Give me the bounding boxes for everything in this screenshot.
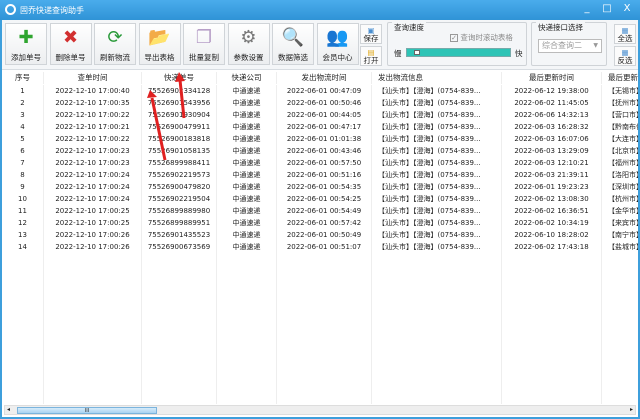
scroll-left-icon[interactable]: ◂: [7, 406, 10, 413]
scroll-right-icon[interactable]: ▸: [630, 406, 633, 413]
red-arrowhead: [175, 72, 185, 82]
annotation-arrows: [147, 72, 186, 161]
red-arrow: [150, 97, 167, 161]
red-arrow: [178, 79, 186, 119]
main-window: ▣ 保存 ▤ 打开 查询速度 ✓ 查询时滚动表格 慢 快 快递接口选择 综合查询二 ▼…: [2, 20, 638, 417]
window-title: 固乔快递查询助手: [20, 6, 84, 15]
app-icon: [5, 4, 16, 15]
minimize-button[interactable]: _: [580, 3, 594, 14]
maximize-button[interactable]: □: [600, 3, 614, 14]
red-arrowhead: [147, 90, 157, 98]
title-bar: 固乔快递查询助手 _ □ X: [0, 0, 640, 20]
horizontal-scrollbar[interactable]: ◂ III ▸: [4, 405, 636, 415]
scrollbar-grip: III: [84, 408, 90, 414]
close-button[interactable]: X: [620, 3, 634, 14]
scrollbar-thumb[interactable]: III: [17, 407, 157, 414]
